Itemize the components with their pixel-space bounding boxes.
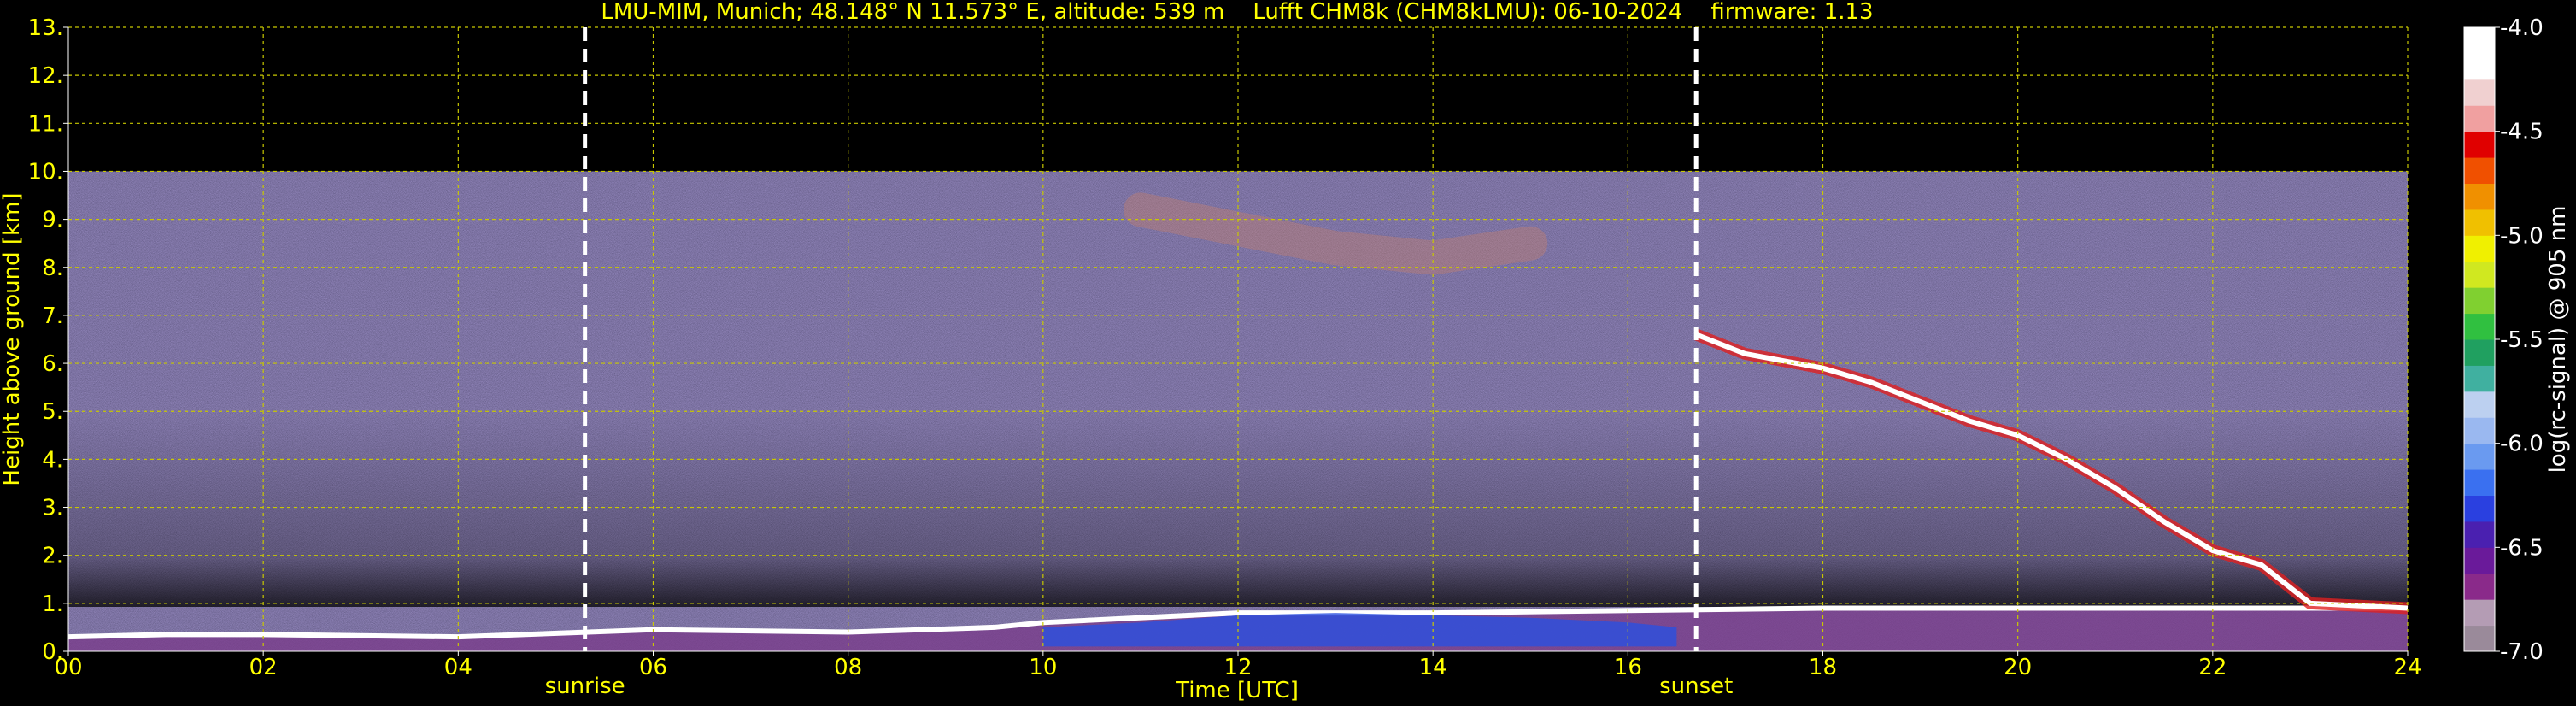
colorbar-tick-label: -5.5: [2500, 327, 2544, 353]
x-tick-label: 24: [2393, 655, 2421, 680]
y-tick-label: 1.: [42, 591, 63, 617]
x-axis-ticks: 00 02 04 06 08 10 12 14 16 18 20 22 24: [54, 651, 2422, 680]
colorbar-segment: [2464, 235, 2495, 262]
colorbar-segment: [2464, 131, 2495, 158]
colorbar-segment: [2464, 521, 2495, 548]
colorbar-tick-label: -6.5: [2500, 535, 2544, 561]
colorbar-segment: [2464, 183, 2495, 210]
y-tick-label: 6.: [42, 351, 63, 377]
x-tick-label: 08: [834, 655, 862, 680]
colorbar-segment: [2464, 599, 2495, 627]
colorbar-segment: [2464, 469, 2495, 496]
x-tick-label: 00: [54, 655, 82, 680]
x-axis-label: Time [UTC]: [1175, 678, 1299, 703]
y-tick-label: 13.: [28, 15, 63, 41]
y-axis-label: Height above ground [km]: [0, 192, 25, 485]
x-tick-label: 14: [1419, 655, 1447, 680]
colorbar-segment: [2464, 261, 2495, 288]
colorbar-tick-label: -5.0: [2500, 223, 2544, 249]
y-axis-ticks: 0.1.2.3.4.5.6.7.8.9.10.11.12.13.: [28, 15, 68, 665]
colorbar-ticks: -4.0 -4.5 -5.0 -5.5 -6.0 -6.5 -7.0: [2495, 15, 2544, 665]
colorbar-segment: [2464, 443, 2495, 470]
colorbar-segment: [2464, 157, 2495, 184]
y-tick-label: 9.: [42, 208, 63, 233]
sunrise-label: sunrise: [545, 674, 625, 699]
x-tick-label: 12: [1223, 655, 1252, 680]
colorbar-segment: [2464, 209, 2495, 236]
colorbar-segment: [2464, 313, 2495, 340]
colorbar-segment: [2464, 105, 2495, 132]
y-tick-label: 10.: [28, 159, 63, 185]
y-tick-label: 3.: [42, 496, 63, 521]
y-tick-label: 7.: [42, 303, 63, 329]
colorbar-segment: [2464, 391, 2495, 418]
y-tick-label: 5.: [42, 399, 63, 425]
sunset-label: sunset: [1659, 674, 1733, 699]
colorbar-tick-label: -7.0: [2500, 639, 2544, 665]
x-tick-label: 06: [639, 655, 667, 680]
colorbar-segment: [2464, 365, 2495, 392]
x-tick-label: 22: [2198, 655, 2227, 680]
colorbar-tick-label: -4.0: [2500, 15, 2544, 41]
colorbar-segment: [2464, 53, 2495, 80]
colorbar-segment: [2464, 495, 2495, 522]
colorbar-segment: [2464, 27, 2495, 54]
y-tick-label: 2.: [42, 544, 63, 569]
y-tick-label: 11.: [28, 111, 63, 137]
x-tick-label: 16: [1614, 655, 1642, 680]
x-tick-label: 02: [249, 655, 278, 680]
colorbar-segment: [2464, 573, 2495, 600]
y-tick-label: 4.: [42, 447, 63, 473]
x-tick-label: 18: [1809, 655, 1837, 680]
ceilometer-chart: sunrise sunset 0.1.2.3.4.5.6.7.8.9.10.11.…: [0, 0, 2571, 703]
colorbar-tick-label: -6.0: [2500, 432, 2544, 457]
colorbar: [2464, 27, 2495, 652]
colorbar-label: log(rc-signal) @ 905 nm: [2545, 206, 2571, 474]
colorbar-segment: [2464, 79, 2495, 106]
colorbar-segment: [2464, 417, 2495, 444]
colorbar-segment: [2464, 625, 2495, 652]
x-tick-label: 20: [2004, 655, 2032, 680]
colorbar-segment: [2464, 339, 2495, 366]
colorbar-segment: [2464, 287, 2495, 315]
x-tick-label: 10: [1029, 655, 1057, 680]
chart-title: LMU-MIM, Munich; 48.148° N 11.573° E, al…: [601, 0, 1873, 25]
y-tick-label: 12.: [28, 63, 63, 89]
y-tick-label: 8.: [42, 256, 63, 281]
colorbar-tick-label: -4.5: [2500, 120, 2544, 145]
colorbar-segment: [2464, 547, 2495, 574]
x-tick-label: 04: [444, 655, 472, 680]
